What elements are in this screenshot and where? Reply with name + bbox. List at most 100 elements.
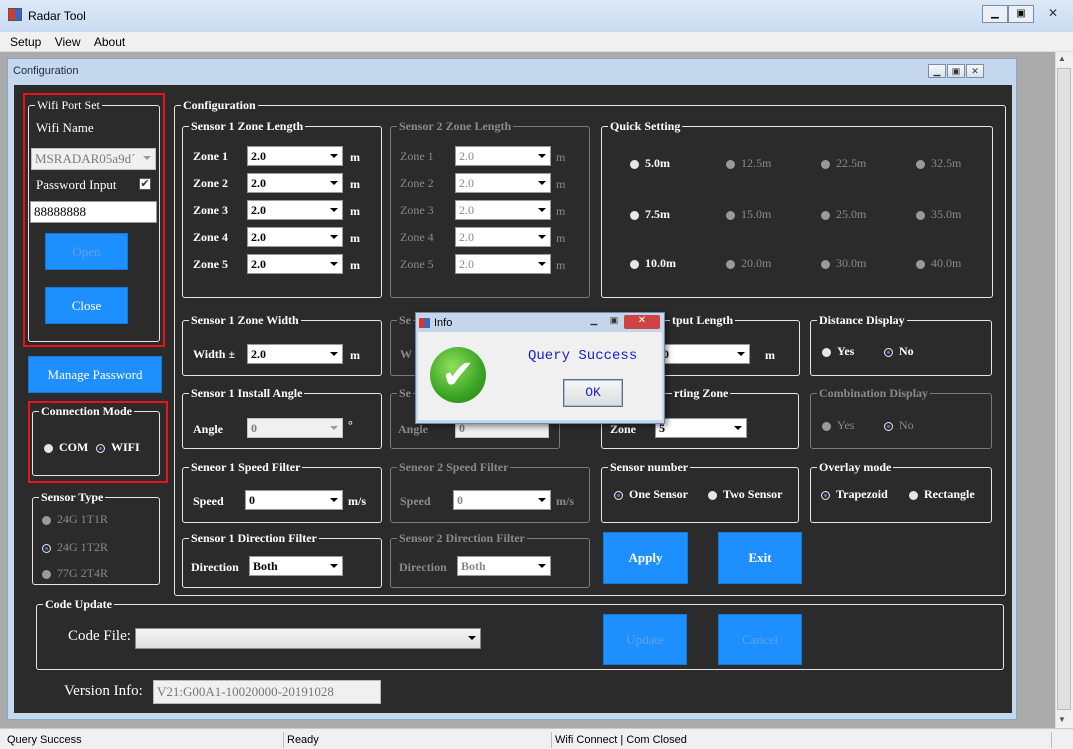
s2-zone-combo[interactable]: 2.0 [455,173,551,193]
s2-zone-combo[interactable]: 2.0 [455,200,551,220]
dialog-minimize-button[interactable]: ▁ [584,315,604,329]
dialog-maximize-button[interactable]: ▣ [604,315,624,329]
quick-setting-radio[interactable]: 25.0m [821,207,866,222]
sensor-type-option-3[interactable]: 77G 2T4R [42,566,108,581]
s1-zone-combo[interactable]: 2.0 [247,254,343,274]
s1-zone-value: 2.0 [251,176,266,190]
apply-button[interactable]: Apply [603,532,688,584]
radio-icon [630,210,639,220]
speed-label: Speed [193,494,224,508]
chevron-down-icon [330,426,338,430]
close-window-button[interactable]: ✕ [1038,5,1068,23]
s2-direction-combo[interactable]: Both [457,556,551,576]
child-minimize-button[interactable]: ▁ [928,64,946,78]
update-button[interactable]: Update [603,614,687,665]
maximize-button[interactable]: ▣ [1008,5,1034,23]
status-bar: Query Success Ready Wifi Connect | Com C… [0,728,1073,749]
s2-zone-unit: m [556,204,566,218]
width-combo[interactable]: 2.0 [247,344,343,364]
quick-setting-radio[interactable]: 40.0m [916,256,961,271]
two-sensor-radio[interactable]: Two Sensor [708,487,782,502]
s2-speed-combo[interactable]: 0 [453,490,551,510]
scroll-up-arrow[interactable]: ▲ [1058,54,1066,63]
direction-combo[interactable]: Both [249,556,343,576]
sensor-number-legend: Sensor number [608,459,691,475]
angle-combo[interactable]: 0 [247,418,343,438]
status-middle-text: Ready [287,734,319,746]
distance-display-legend: Distance Display [817,312,907,328]
distance-yes-radio[interactable]: Yes [822,344,854,359]
s2-zone-unit: m [556,258,566,272]
child-title-bar: Configuration ▁ ▣ ✕ [8,59,1016,83]
quick-setting-radio[interactable]: 30.0m [821,256,866,271]
scroll-down-arrow[interactable]: ▼ [1058,715,1066,724]
s2-angle-label: Angle [398,422,428,436]
s1-zone-combo[interactable]: 2.0 [247,173,343,193]
minimize-button[interactable]: ▁ [982,5,1008,23]
s1-zone-combo[interactable]: 2.0 [247,227,343,247]
status-left-text: Query Success [7,734,82,746]
s1-zone-combo[interactable]: 2.0 [247,146,343,166]
menu-setup[interactable]: Setup [10,32,41,52]
quick-setting-radio[interactable]: 7.5m [630,207,670,222]
menu-bar: Setup View About [0,32,1073,52]
quick-setting-radio[interactable]: 12.5m [726,156,771,171]
scrollbar-thumb[interactable] [1057,68,1071,710]
quick-setting-radio[interactable]: 35.0m [916,207,961,222]
distance-no-radio[interactable]: No [884,344,914,359]
sensor-type-option-1[interactable]: 24G 1T1R [42,512,108,527]
quick-setting-radio[interactable]: 22.5m [821,156,866,171]
child-close-button[interactable]: ✕ [966,64,984,78]
child-maximize-button[interactable]: ▣ [947,64,965,78]
sensor-type-option-2[interactable]: 24G 1T2R [42,540,108,555]
radio-icon [726,259,735,269]
quick-setting-radio[interactable]: 15.0m [726,207,771,222]
dialog-close-button[interactable]: ✕ [624,315,660,329]
quick-setting-label: 20.0m [741,256,772,270]
one-sensor-label: One Sensor [629,487,689,501]
combination-no-radio[interactable]: No [884,418,914,433]
chevron-down-icon [538,208,546,212]
chevron-down-icon [538,235,546,239]
combination-yes-radio[interactable]: Yes [822,418,854,433]
one-sensor-radio[interactable]: One Sensor [614,487,688,502]
menu-about[interactable]: About [94,32,125,52]
speed-combo[interactable]: 0 [245,490,343,510]
quick-setting-radio[interactable]: 10.0m [630,256,676,271]
cancel-button[interactable]: Cancel [718,614,802,665]
version-value: V21:G00A1-10020000-20191028 [157,684,334,699]
starting-zone-legend: rting Zone [672,385,731,401]
radio-icon [822,421,831,431]
trapezoid-radio[interactable]: Trapezoid [821,487,888,502]
starting-zone-combo[interactable]: 5 [655,418,747,438]
radio-selected-icon [821,490,830,500]
code-file-combo[interactable] [135,628,481,649]
s2-zone-combo[interactable]: 2.0 [455,146,551,166]
quick-setting-radio[interactable]: 32.5m [916,156,961,171]
s2-zone-combo[interactable]: 2.0 [455,227,551,247]
status-right: Wifi Connect | Com Closed [552,732,1052,748]
dialog-message: Query Success [528,348,638,364]
quick-setting-label: 35.0m [931,207,962,221]
s2-zone-value: 2.0 [459,176,474,190]
s2-zone-combo[interactable]: 2.0 [455,254,551,274]
output-length-combo[interactable]: 0 [660,344,750,364]
s1-zone-label: Zone 4 [193,230,229,244]
exit-button[interactable]: Exit [718,532,802,584]
manage-password-button[interactable]: Manage Password [28,356,162,393]
sensor-type-label-3: 77G 2T4R [57,566,108,580]
radio-icon [726,159,735,169]
code-file-label: Code File: [68,628,131,644]
sensor-type-legend: Sensor Type [39,489,106,505]
s1-zone-combo[interactable]: 2.0 [247,200,343,220]
quick-setting-radio[interactable]: 20.0m [726,256,771,271]
s2-speed-value: 0 [457,493,463,507]
s1-zone-label: Zone 1 [193,149,229,163]
quick-setting-radio[interactable]: 5.0m [630,156,670,171]
s2-zone-unit: m [556,150,566,164]
rectangle-radio[interactable]: Rectangle [909,487,975,502]
menu-view[interactable]: View [55,32,81,52]
s1-zone-value: 2.0 [251,203,266,217]
dialog-ok-button[interactable]: OK [563,379,623,407]
app-icon [8,8,22,21]
